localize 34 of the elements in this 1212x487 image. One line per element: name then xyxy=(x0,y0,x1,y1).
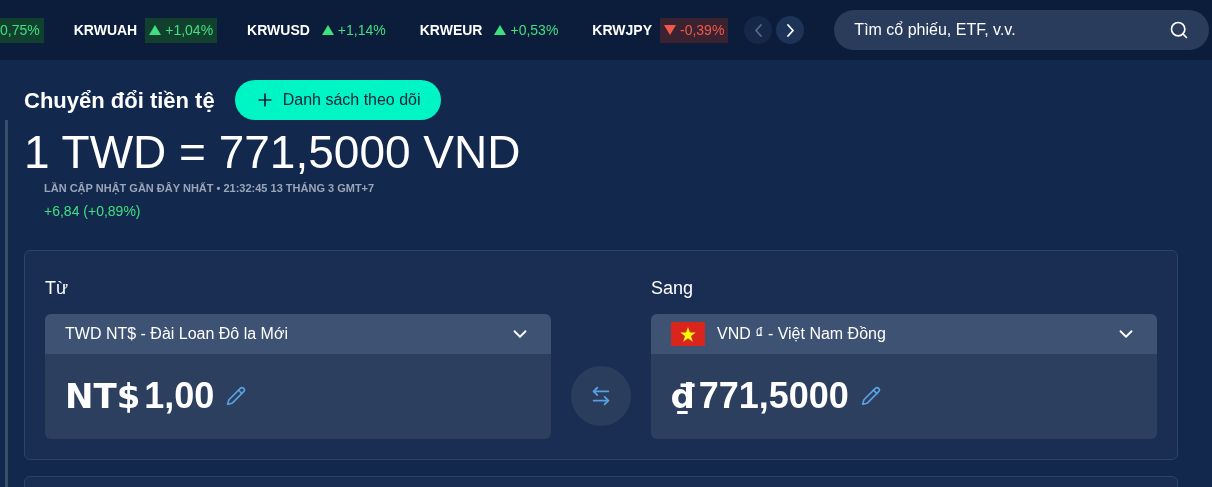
amount-value[interactable]: 771,5000 xyxy=(698,369,849,423)
ticker-change: +0,53% xyxy=(490,17,563,43)
chevron-right-icon xyxy=(786,23,794,37)
converter-label: Từ xyxy=(45,276,70,300)
ticker-change: +1,04% xyxy=(145,17,218,43)
up-triangle-icon xyxy=(494,25,507,35)
converter-label: Sang xyxy=(651,276,695,300)
amount-value[interactable]: 1,00 xyxy=(144,369,215,423)
currency-select[interactable]: TWD NT$ - Đài Loan Đô la Mới xyxy=(45,313,551,354)
currency-symbol: NT$ xyxy=(65,374,141,418)
ticker-symbol[interactable]: KRWUAH xyxy=(73,19,138,41)
search-field[interactable]: Tìm cổ phiếu, ETF, v.v. xyxy=(834,10,1210,50)
currency-select[interactable]: VND ₫ - Việt Nam Đồng xyxy=(651,313,1157,354)
search-icon[interactable] xyxy=(1169,20,1190,40)
up-triangle-icon xyxy=(149,25,162,35)
ticker-symbol[interactable]: KRWJPY xyxy=(592,19,652,41)
ticker-symbol[interactable]: KRWUSD xyxy=(247,19,310,41)
exchange-rate: 1 TWD = 771,5000 VND xyxy=(24,125,522,180)
page-title: Chuyển đổi tiền tệ xyxy=(24,86,215,115)
chevron-left-icon xyxy=(754,23,762,37)
swap-arrows-icon xyxy=(590,384,612,407)
last-updated: LẦN CẬP NHẬT GẦN ĐÂY NHẤT • 21:32:45 13 THÁNG 3 GMT+7 xyxy=(44,181,376,197)
currency-symbol: ₫ xyxy=(671,374,695,418)
down-triangle-icon xyxy=(664,25,676,35)
next-button[interactable] xyxy=(776,16,805,44)
watchlist-button[interactable]: Danh sách theo dõi xyxy=(234,80,441,120)
up-triangle-icon xyxy=(321,25,334,35)
pencil-icon[interactable] xyxy=(226,386,247,406)
ticker-symbol[interactable]: KRWEUR xyxy=(419,19,483,41)
ticker-change: -0,39% xyxy=(660,17,729,43)
rate-change: +6,84 (+0,89%) xyxy=(44,201,142,221)
ticker-change: 0,75% xyxy=(0,17,44,43)
ticker-change: +1,14% xyxy=(317,17,390,43)
pencil-icon[interactable] xyxy=(860,386,881,406)
